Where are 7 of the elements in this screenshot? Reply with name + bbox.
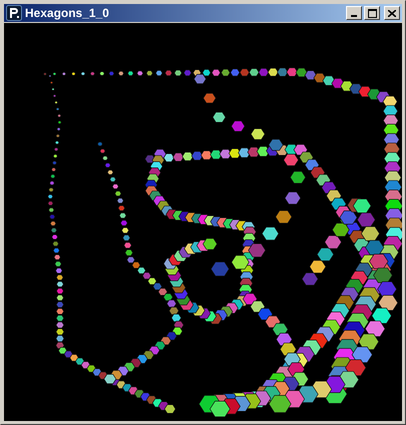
close-button[interactable] [384,6,400,20]
maximize-icon [368,8,376,18]
window-title: Hexagons_1_0 [25,6,110,20]
maximize-button[interactable] [364,6,380,20]
app-icon [6,5,22,21]
close-icon [388,10,396,16]
minimize-button[interactable] [346,6,362,20]
